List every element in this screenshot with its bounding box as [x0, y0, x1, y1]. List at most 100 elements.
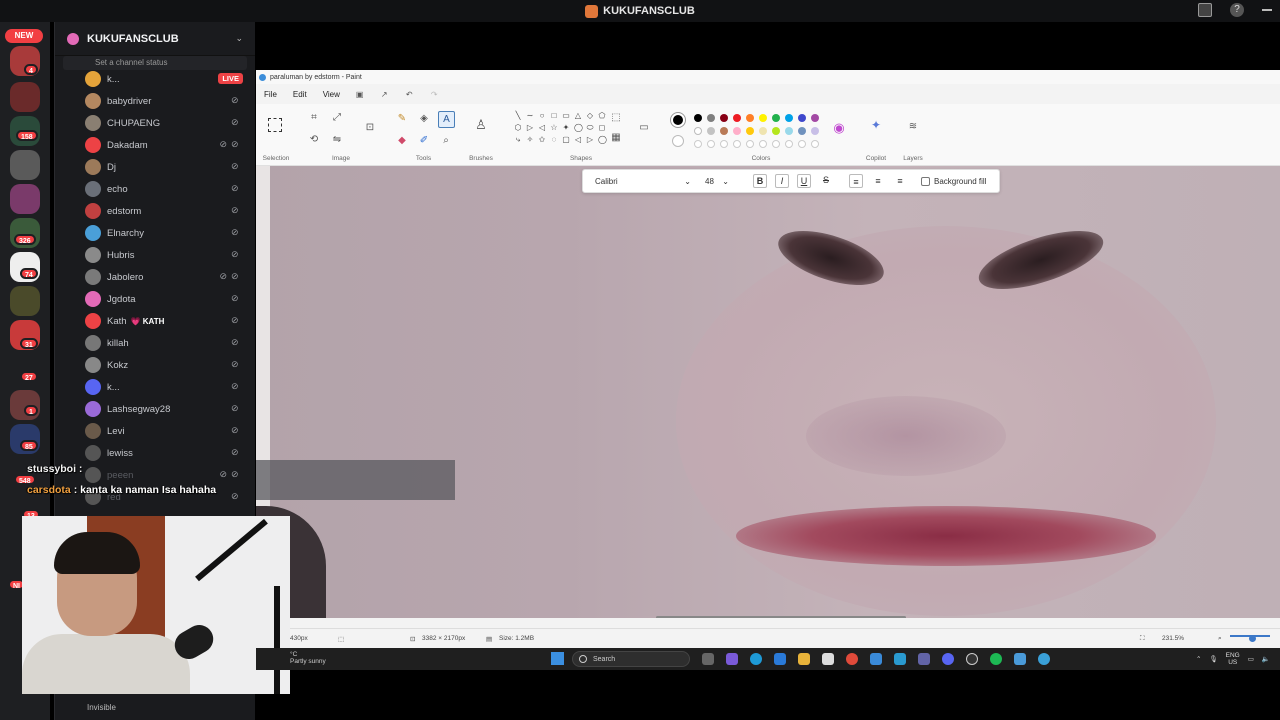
eraser-icon[interactable]: ◆ [396, 135, 408, 147]
app-icon[interactable] [870, 653, 882, 665]
align-center-icon[interactable]: ≡ [871, 174, 885, 188]
color-swatch[interactable] [733, 127, 741, 135]
taskbar-search[interactable]: Search [572, 651, 690, 667]
color-swatch[interactable] [720, 114, 728, 122]
color-swatch[interactable] [798, 114, 806, 122]
shape-icon[interactable]: ⤷ [514, 136, 522, 144]
zoom-level[interactable]: 231.5% [1162, 635, 1184, 642]
bold-button[interactable]: B [753, 174, 767, 188]
strikethrough-button[interactable]: S [819, 174, 833, 188]
color-swatch[interactable] [746, 127, 754, 135]
notes-icon[interactable] [822, 653, 834, 665]
copilot-icon[interactable]: ✦ [870, 119, 882, 131]
shape-icon[interactable]: ⬭ [586, 124, 594, 132]
shape-icon[interactable]: ◇ [586, 112, 594, 120]
color-swatch[interactable] [733, 114, 741, 122]
color-picker-icon[interactable]: ✐ [418, 135, 430, 147]
custom-color-slot[interactable] [759, 140, 767, 148]
spotify-icon[interactable] [990, 653, 1002, 665]
shape-icon[interactable]: ⬠ [598, 112, 606, 120]
custom-color-slot[interactable] [733, 140, 741, 148]
color-swatch[interactable] [720, 127, 728, 135]
custom-color-slot[interactable] [785, 140, 793, 148]
discord-icon[interactable] [942, 653, 954, 665]
voice-member[interactable]: lewiss ⊘ [55, 442, 255, 464]
shape-icon[interactable]: △ [574, 112, 582, 120]
chevron-up-icon[interactable]: ⌃ [1196, 655, 1201, 663]
color-swatch[interactable] [694, 127, 702, 135]
align-left-icon[interactable]: ≡ [849, 174, 863, 188]
custom-color-slot[interactable] [707, 140, 715, 148]
italic-button[interactable]: I [775, 174, 789, 188]
background-fill-toggle[interactable]: Background fill [921, 176, 986, 186]
shape-icon[interactable]: ◁ [574, 136, 582, 144]
paint-canvas[interactable] [256, 166, 1280, 618]
color-swatch[interactable] [707, 114, 715, 122]
color-swatch[interactable] [798, 127, 806, 135]
menu-view[interactable]: View [323, 90, 340, 99]
horizontal-scrollbar[interactable] [656, 616, 906, 618]
task-view-icon[interactable] [702, 653, 714, 665]
paint-taskbar-icon[interactable] [1038, 653, 1050, 665]
save-icon[interactable]: ▣ [356, 90, 365, 99]
teams-icon[interactable] [918, 653, 930, 665]
voice-member[interactable]: Hubris ⊘ [55, 244, 255, 266]
mic-icon[interactable]: 🎙 [1209, 655, 1217, 663]
shape-icon[interactable]: ☆ [550, 124, 558, 132]
shape-icon[interactable]: ◯ [574, 124, 583, 132]
voice-member[interactable]: Elnarchy ⊘ [55, 222, 255, 244]
share-icon[interactable]: ↗ [381, 90, 390, 99]
magnifier-icon[interactable]: ⌕ [440, 135, 452, 147]
voice-member[interactable]: edstorm ⊘ [55, 200, 255, 222]
custom-color-slot[interactable] [720, 140, 728, 148]
voice-member[interactable]: Kokz ⊘ [55, 354, 255, 376]
shape-icon[interactable]: ▭ [562, 112, 570, 120]
voice-member[interactable]: Dj ⊘ [55, 156, 255, 178]
shape-icon[interactable]: ▷ [526, 124, 534, 132]
color-swatch[interactable] [759, 114, 767, 122]
color-swatch[interactable] [811, 114, 819, 122]
store-icon[interactable] [774, 653, 786, 665]
zoom-out-icon[interactable]: ⌕ [1218, 635, 1222, 643]
language-indicator[interactable]: ENG US [1226, 652, 1240, 666]
shape-icon[interactable]: ⬡ [514, 124, 522, 132]
voice-member[interactable]: Jgdota ⊘ [55, 288, 255, 310]
weather-widget[interactable]: °C Partly sunny [290, 651, 326, 665]
file-explorer-icon[interactable] [798, 653, 810, 665]
inbox-icon[interactable] [1198, 3, 1212, 17]
network-icon[interactable]: ▭ [1248, 655, 1254, 663]
zoom-slider-handle[interactable] [1249, 635, 1256, 642]
layers-icon[interactable]: ≋ [907, 121, 919, 133]
menu-file[interactable]: File [264, 90, 277, 99]
voice-member[interactable]: Dakadam ⊘ ⊘ [55, 134, 255, 156]
shape-icon[interactable]: ◯ [598, 136, 607, 144]
voice-member[interactable]: k... ⊘ [55, 376, 255, 398]
voice-member[interactable]: peeen ⊘ ⊘ [55, 464, 255, 486]
user-status-bar[interactable]: Invisible [55, 694, 255, 720]
select-icon[interactable] [268, 118, 282, 132]
voice-member[interactable]: Lashsegway28 ⊘ [55, 398, 255, 420]
color-swatch[interactable] [746, 114, 754, 122]
server-icon[interactable] [10, 286, 40, 316]
shape-icon[interactable]: ∼ [526, 112, 534, 120]
shape-icon[interactable]: ✩ [538, 136, 546, 144]
shape-icon[interactable]: ○ [538, 112, 546, 120]
color-swatch[interactable] [785, 127, 793, 135]
color-swatch[interactable] [811, 127, 819, 135]
shape-fill-icon[interactable]: ▦ [610, 132, 622, 144]
redo-icon[interactable]: ↷ [431, 90, 440, 99]
voice-member[interactable]: echo ⊘ [55, 178, 255, 200]
help-icon[interactable]: ? [1230, 3, 1244, 17]
fit-to-window-icon[interactable]: ⛶ [1140, 635, 1145, 643]
shape-icon[interactable]: □ [550, 112, 558, 120]
flip-icon[interactable]: ⇋ [331, 134, 343, 146]
color-swatch[interactable] [707, 127, 715, 135]
copilot-taskbar-icon[interactable] [726, 653, 738, 665]
color-swatch[interactable] [694, 114, 702, 122]
font-family-dropdown[interactable]: Calibri ⌄ [595, 177, 691, 186]
chevron-down-icon[interactable]: ⌄ [235, 33, 243, 44]
color-swatch[interactable] [759, 127, 767, 135]
custom-color-slot[interactable] [746, 140, 754, 148]
image-select-icon[interactable]: ⊡ [364, 122, 376, 134]
custom-color-slot[interactable] [811, 140, 819, 148]
